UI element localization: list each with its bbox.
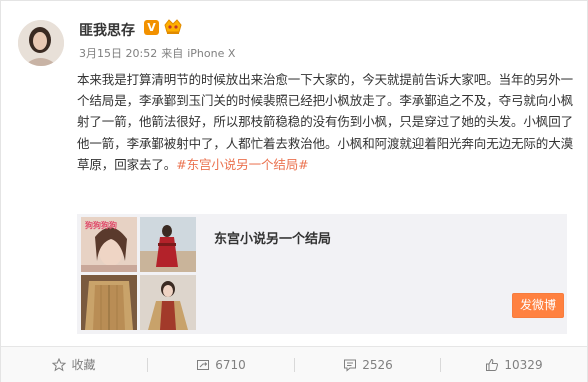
comment-count: 2526: [362, 357, 393, 372]
thumbnail-4[interactable]: [140, 275, 196, 330]
like-button[interactable]: 10329: [441, 347, 587, 382]
star-icon: [52, 357, 67, 371]
thumbnail-2[interactable]: [140, 217, 196, 272]
source-prefix: 来自: [161, 47, 184, 60]
post-text: 本来我是打算清明节的时候放出来治愈一下大家的，今天就提前告诉大家吧。当年的另外一…: [77, 69, 577, 175]
post-weibo-button[interactable]: 发微博: [512, 293, 564, 318]
repost-icon: [197, 359, 210, 370]
thumbnail-1[interactable]: 狗狗狗狗: [81, 217, 137, 272]
post-body: 本来我是打算清明节的时候放出来治愈一下大家的，今天就提前告诉大家吧。当年的另外一…: [77, 72, 574, 172]
verified-badge-icon: V: [144, 20, 159, 35]
like-count: 10329: [504, 357, 543, 372]
media-title[interactable]: 东宫小说另一个结局: [214, 228, 331, 247]
collect-label: 收藏: [71, 358, 96, 372]
post-source: iPhone X: [187, 47, 236, 60]
weibo-post-card: 匪我思存 V 3月15日 20:52 来自 iPhone X 本来我是打算清明节的时…: [0, 0, 588, 382]
action-bar: 收藏 6710 2526 10329: [1, 346, 587, 382]
post-date[interactable]: 3月15日 20:52: [79, 47, 157, 60]
vip-member-icon: [163, 18, 183, 36]
media-card[interactable]: 狗狗狗狗 东宫小说另一个结局 发微博: [77, 214, 567, 334]
avatar-photo: [18, 20, 64, 66]
comment-icon: [344, 359, 357, 372]
thumbnail-image: [81, 275, 137, 330]
comment-button[interactable]: 2526: [295, 347, 441, 382]
topic-link[interactable]: #东宫小说另一个结局#: [176, 157, 308, 172]
post-meta: 3月15日 20:52 来自 iPhone X: [79, 45, 239, 61]
username[interactable]: 匪我思存: [79, 20, 135, 40]
thumbnail-image: [140, 217, 196, 272]
thumbnail-image: [140, 275, 196, 330]
thumbnail-3[interactable]: [81, 275, 137, 330]
repost-count: 6710: [215, 357, 246, 372]
thumbnail-caption: 狗狗狗狗: [85, 221, 117, 230]
thumbs-up-icon: [486, 358, 499, 371]
avatar[interactable]: [18, 20, 64, 66]
repost-button[interactable]: 6710: [148, 347, 294, 382]
collect-button[interactable]: 收藏: [1, 347, 147, 382]
